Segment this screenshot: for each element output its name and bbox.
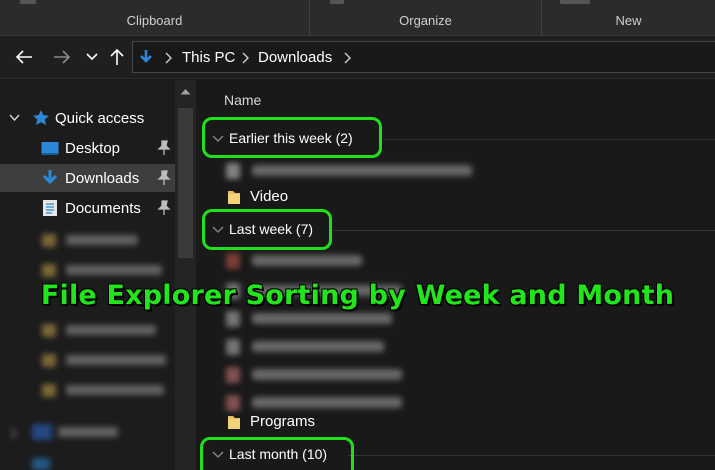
blurred-text (58, 427, 118, 437)
sidebar-item-label: Downloads (65, 170, 140, 187)
download-arrow-icon (42, 170, 58, 185)
pin-icon[interactable] (157, 140, 171, 156)
list-item[interactable] (224, 158, 524, 184)
navigation-bar: This PC Downloads (0, 36, 715, 79)
ribbon-group-label: Clipboard (126, 13, 183, 28)
up-button[interactable] (105, 45, 129, 69)
blurred-text (252, 313, 392, 324)
blurred-text (252, 341, 384, 352)
sidebar-item-blurred[interactable] (0, 346, 175, 374)
document-icon (43, 200, 57, 216)
sidebar-item-blurred[interactable] (0, 418, 175, 446)
download-arrow-icon (140, 50, 152, 63)
sidebar-item-label: Documents (65, 200, 141, 217)
sidebar-item-blurred[interactable] (0, 226, 175, 254)
pin-icon[interactable] (157, 200, 171, 216)
blurred-text (252, 369, 402, 380)
overlay-title: File Explorer Sorting by Week and Month (40, 280, 675, 311)
file-icon (226, 311, 240, 327)
list-item[interactable] (224, 334, 524, 360)
list-item-video[interactable]: Video (224, 184, 424, 210)
group-divider (333, 230, 715, 231)
list-item[interactable] (224, 362, 524, 388)
sidebar-item-blurred[interactable] (0, 448, 175, 470)
ribbon-group-organize[interactable]: Organize (310, 0, 542, 36)
folder-icon (42, 234, 56, 247)
scroll-thumb[interactable] (178, 108, 193, 258)
arrow-left-icon (15, 50, 32, 64)
chevron-right-icon[interactable] (240, 52, 250, 64)
blurred-text (66, 355, 166, 365)
breadcrumb-downloads[interactable]: Downloads (258, 49, 332, 66)
arrow-right-icon (54, 50, 71, 64)
sidebar-item-blurred[interactable] (0, 376, 175, 404)
desktop-icon (41, 142, 59, 155)
chevron-right-icon[interactable] (163, 52, 173, 64)
blurred-text (252, 165, 472, 176)
ribbon-group-label: New (615, 13, 642, 28)
sidebar-item-label: Desktop (65, 140, 121, 157)
chevron-down-icon (86, 53, 98, 61)
file-icon (226, 253, 240, 269)
star-icon (33, 110, 49, 125)
folder-icon (42, 324, 56, 337)
group-header-last-month[interactable]: Last month (10) (229, 446, 327, 462)
chevron-right-icon[interactable] (10, 428, 18, 439)
blurred-text (66, 325, 156, 335)
back-button[interactable] (12, 45, 36, 69)
group-divider (384, 139, 715, 140)
nav-pane-scrollbar[interactable] (175, 80, 196, 470)
column-header-name[interactable]: Name (224, 92, 261, 108)
group-header-last-week[interactable]: Last week (7) (229, 221, 313, 237)
list-item-programs[interactable]: Programs (224, 409, 424, 435)
breadcrumb-this-pc[interactable]: This PC (182, 49, 235, 66)
ribbon-group-label: Organize (399, 13, 452, 28)
ribbon-group-clipboard[interactable]: Clipboard (0, 0, 310, 36)
blurred-text (66, 265, 162, 275)
pc-icon (32, 458, 50, 470)
blurred-text (252, 255, 362, 266)
folder-icon (228, 416, 240, 429)
group-header-earlier-this-week[interactable]: Earlier this week (2) (229, 130, 353, 146)
file-list: Name Earlier this week (2) Video Last we… (198, 80, 715, 470)
arrow-up-icon (110, 48, 124, 65)
blurred-text (66, 385, 164, 395)
file-icon (226, 339, 240, 355)
address-bar[interactable]: This PC Downloads (132, 41, 715, 73)
folder-icon (42, 354, 56, 367)
ribbon-group-new[interactable]: New (542, 0, 715, 36)
sidebar-item-documents[interactable]: Documents (0, 194, 175, 222)
forward-button[interactable] (50, 45, 74, 69)
navigation-pane: Quick access Desktop Downloads Documents (0, 80, 196, 470)
file-name: Video (250, 188, 289, 205)
blurred-text (66, 235, 138, 245)
sidebar-item-label: Quick access (55, 110, 145, 127)
file-icon (226, 367, 240, 383)
file-icon (226, 163, 240, 179)
sidebar-item-desktop[interactable]: Desktop (0, 134, 175, 162)
recent-locations-button[interactable] (80, 45, 104, 69)
ribbon: Clipboard Organize New (0, 0, 715, 36)
chevron-down-icon[interactable] (212, 135, 224, 143)
sidebar-item-blurred[interactable] (0, 316, 175, 344)
folder-icon (228, 191, 240, 204)
list-item[interactable] (224, 248, 524, 274)
group-divider (348, 455, 715, 456)
folder-icon (42, 264, 56, 277)
blurred-text (252, 397, 402, 408)
chevron-right-icon[interactable] (342, 52, 352, 64)
chevron-down-icon[interactable] (212, 226, 224, 234)
pin-icon[interactable] (157, 170, 171, 186)
scroll-up-icon[interactable] (180, 88, 191, 95)
sidebar-item-quick-access[interactable]: Quick access (0, 104, 175, 132)
chevron-down-icon[interactable] (9, 114, 20, 122)
folder-icon (42, 384, 56, 397)
sidebar-item-downloads[interactable]: Downloads (0, 164, 175, 192)
chevron-down-icon[interactable] (212, 451, 224, 459)
cloud-icon (32, 424, 52, 440)
file-name: Programs (250, 413, 316, 430)
